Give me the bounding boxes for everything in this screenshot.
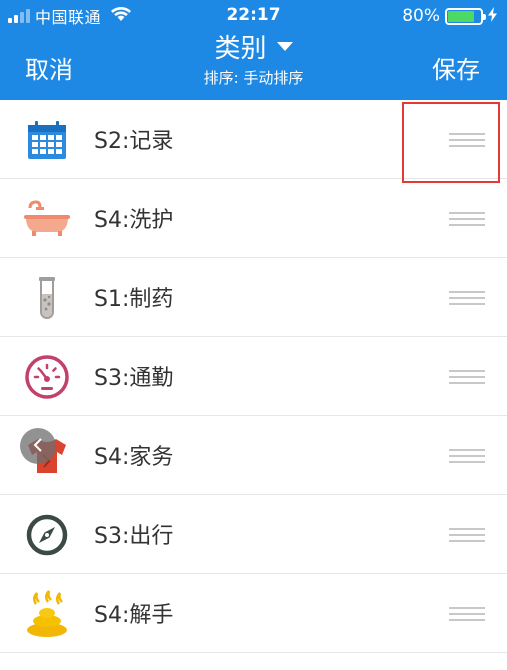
test-tube-icon: [22, 276, 72, 320]
status-left: 中国联通: [8, 5, 132, 27]
floating-back-button[interactable]: [20, 428, 56, 464]
list-item-label: S4:家务: [94, 445, 174, 470]
battery-fill: [448, 10, 474, 22]
sort-subtitle: 排序: 手动排序: [203, 69, 304, 87]
list-item-label: S4:洗护: [94, 208, 174, 233]
screen: 中国联通 22:17 80% 取消 类别 排序: 手动排序 保存 S2:记录 S…: [0, 0, 507, 670]
battery-icon: [445, 7, 486, 25]
header: 中国联通 22:17 80% 取消 类别 排序: 手动排序 保存: [0, 0, 507, 100]
carrier-name: 中国联通: [35, 8, 102, 27]
list-item-label: S1:制药: [94, 287, 174, 312]
save-button[interactable]: 保存: [432, 50, 480, 85]
calendar-icon: [22, 118, 72, 162]
dropdown-caret-icon: [276, 42, 293, 51]
list-item-label: S2:记录: [94, 129, 174, 154]
status-right: 80%: [402, 5, 497, 27]
bathtub-icon: [22, 197, 72, 241]
drag-handle-icon[interactable]: [449, 607, 485, 621]
chevron-left-icon: [31, 434, 45, 458]
battery-percent: 80%: [402, 6, 440, 26]
category-title-dropdown[interactable]: 类别 排序: 手动排序: [0, 28, 507, 88]
wifi-icon: [110, 6, 132, 27]
list-item[interactable]: S4:解手: [0, 574, 507, 653]
poop-icon: [22, 590, 72, 637]
list-item[interactable]: S4:洗护: [0, 179, 507, 258]
drag-handle-icon[interactable]: [449, 528, 485, 542]
list-item-label: S4:解手: [94, 603, 174, 628]
speedometer-icon: [22, 355, 72, 399]
page-title: 类别: [214, 34, 267, 64]
drag-handle-icon[interactable]: [449, 449, 485, 463]
charging-icon: [488, 6, 497, 26]
list-item[interactable]: S3:通勤: [0, 337, 507, 416]
compass-icon: [22, 513, 72, 557]
drag-handle-icon[interactable]: [449, 212, 485, 226]
list-item[interactable]: S3:出行: [0, 495, 507, 574]
list-item[interactable]: S4:家务: [0, 416, 507, 495]
drag-handle-icon[interactable]: [449, 291, 485, 305]
list-item-label: S3:通勤: [94, 366, 174, 391]
drag-handle-icon[interactable]: [449, 370, 485, 384]
list-item[interactable]: S1:制药: [0, 258, 507, 337]
highlight-box: [402, 102, 500, 183]
signal-icon: [8, 9, 30, 23]
list-item-label: S3:出行: [94, 524, 174, 549]
